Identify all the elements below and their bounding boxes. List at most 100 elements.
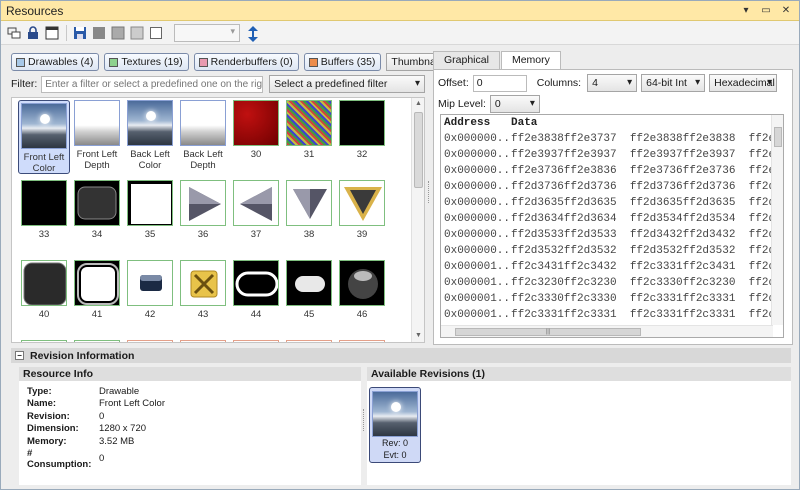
thumbnail-partial[interactable] [21, 340, 67, 342]
address-column-header[interactable]: Address [441, 117, 509, 131]
memory-row[interactable]: 0x000001...ff2c3331ff2c3331 ff2c3331ff2c… [441, 307, 783, 323]
memory-hscrollbar[interactable]: ||| [441, 325, 773, 337]
textures-toggle[interactable]: Textures (19) [104, 53, 189, 71]
thumbnail-partial[interactable] [74, 340, 120, 342]
collapse-icon[interactable]: − [15, 351, 24, 360]
drawables-toggle[interactable]: Drawables (4) [11, 53, 100, 71]
resource-thumbnail[interactable]: 34 [71, 180, 123, 240]
info-value: Front Left Color [99, 398, 165, 410]
memory-vscrollbar[interactable] [771, 115, 783, 325]
info-row: Dimension: 1280 x 720 [27, 423, 165, 436]
window-title: Resources [6, 3, 64, 18]
predefined-filter-select[interactable]: Select a predefined filter [269, 75, 425, 93]
close-icon[interactable]: ✕ [779, 4, 793, 18]
memory-vscroll-thumb[interactable] [774, 127, 782, 147]
resource-thumbnail[interactable]: 32 [336, 100, 388, 160]
thumbnail-caption: Front Left Depth [76, 149, 118, 171]
view-icon[interactable] [92, 26, 106, 40]
format-select[interactable]: Hexadecimal [709, 74, 778, 92]
thumbnail-partial[interactable] [180, 340, 226, 342]
window-icon[interactable] [45, 26, 59, 40]
resource-thumbnail[interactable]: 36 [177, 180, 229, 240]
connect-icon[interactable] [7, 26, 21, 40]
memory-pane: Offset: 0 Columns: 4 64-bit Int Hexadeci… [433, 69, 793, 345]
view-icon[interactable] [111, 26, 125, 40]
memory-hscroll-thumb[interactable]: ||| [455, 328, 641, 336]
scroll-thumb[interactable] [414, 112, 423, 188]
data-column-header[interactable]: Data [509, 117, 783, 131]
resource-thumbnail[interactable]: 38 [283, 180, 335, 240]
info-key: Revision: [27, 410, 70, 422]
view-icon[interactable] [130, 26, 144, 40]
resource-thumbnail[interactable]: 42 [124, 260, 176, 320]
thumbnail-partial[interactable] [286, 340, 332, 342]
splitter-grip[interactable] [363, 409, 366, 431]
memory-row[interactable]: 0x000000...ff2e3937ff2e3937 ff2e3937ff2e… [441, 147, 783, 163]
revision-section-header[interactable]: − Revision Information [11, 348, 791, 363]
resource-thumbnail[interactable]: 40 [18, 260, 70, 320]
memory-row[interactable]: 0x000000...ff2d3533ff2d3533 ff2d3432ff2d… [441, 227, 783, 243]
memory-row[interactable]: 0x000001...ff2c3431ff2c3432 ff2c3331ff2c… [441, 259, 783, 275]
memory-address: 0x000001... [444, 277, 509, 289]
resource-thumbnail[interactable]: Back Left Color [124, 100, 176, 171]
thumbnail-caption: 30 [250, 149, 262, 160]
updown-icon[interactable] [246, 25, 260, 42]
maximize-icon[interactable]: ▭ [759, 4, 773, 18]
resource-thumbnail[interactable]: 41 [71, 260, 123, 320]
resource-thumbnail[interactable]: 43 [177, 260, 229, 320]
textures-swatch [109, 57, 119, 67]
resource-thumbnail[interactable]: 46 [336, 260, 388, 320]
resource-thumbnail[interactable]: Back Left Depth [177, 100, 229, 171]
memory-row[interactable]: 0x000000...ff2d3736ff2d3736 ff2d3736ff2d… [441, 179, 783, 195]
memory-data: ff2d3533ff2d3533 ff2d3432ff2d3432 ff2d3 [511, 229, 782, 241]
thumbnail-image [74, 100, 120, 146]
buffers-toggle[interactable]: Buffers (35) [303, 53, 382, 71]
resource-thumbnail[interactable]: 31 [283, 100, 335, 160]
columns-select[interactable]: 4 [587, 74, 638, 92]
view-icon[interactable] [149, 26, 163, 40]
memory-row[interactable]: 0x000000...ff2d3635ff2d3635 ff2d3635ff2d… [441, 195, 783, 211]
tab-memory[interactable]: Memory [500, 51, 561, 70]
tab-graphical[interactable]: Graphical [433, 51, 500, 69]
thumbnail-caption: 39 [356, 229, 368, 240]
resource-thumbnail[interactable]: 33 [18, 180, 70, 240]
scroll-down-icon[interactable]: ▼ [412, 330, 424, 342]
memory-row[interactable]: 0x000000...ff2d3634ff2d3634 ff2d3534ff2d… [441, 211, 783, 227]
offset-label: Offset: [438, 77, 469, 89]
scroll-up-icon[interactable]: ▲ [412, 98, 424, 110]
lock-icon[interactable] [26, 25, 40, 40]
thumbnail-image [339, 260, 385, 306]
type-select[interactable]: 64-bit Int [641, 74, 706, 92]
thumbnail-art [128, 181, 172, 225]
resource-thumbnail[interactable]: 39 [336, 180, 388, 240]
info-key: Name: [27, 398, 57, 410]
resource-thumbnail[interactable]: 35 [124, 180, 176, 240]
memory-row[interactable]: 0x000001...ff2c3230ff2c3230 ff2c3330ff2c… [441, 275, 783, 291]
toolbar-combo[interactable] [174, 23, 240, 42]
dropdown-icon[interactable]: ▾ [739, 4, 753, 18]
thumbnail-partial[interactable] [233, 340, 279, 342]
thumbnail-scrollbar[interactable]: ▲ ▼ [411, 98, 424, 342]
memory-row[interactable]: 0x000000...ff2d3532ff2d3532 ff2d3532ff2d… [441, 243, 783, 259]
resource-thumbnail[interactable]: 44 [230, 260, 282, 320]
resource-thumbnail[interactable]: 30 [230, 100, 282, 160]
memory-row[interactable]: 0x000000...ff2e3838ff2e3737 ff2e3838ff2e… [441, 131, 783, 147]
memory-rows: 0x000000...ff2e3838ff2e3737 ff2e3838ff2e… [441, 131, 783, 323]
resource-thumbnail[interactable]: Front Left Depth [71, 100, 123, 171]
resource-thumbnail[interactable]: Front Left Color [18, 100, 70, 174]
memory-row[interactable]: 0x000000...ff2e3736ff2e3836 ff2e3736ff2e… [441, 163, 783, 179]
revision-card[interactable]: Rev: 0 Evt: 0 [369, 387, 421, 463]
save-icon[interactable] [73, 26, 87, 40]
thumbnail-partial[interactable] [127, 340, 173, 342]
thumbnail-caption: 34 [91, 229, 103, 240]
thumbnail-caption: 44 [250, 309, 262, 320]
memory-row[interactable]: 0x000001...ff2c3330ff2c3330 ff2c3331ff2c… [441, 291, 783, 307]
thumbnail-partial[interactable] [339, 340, 385, 342]
filter-input[interactable] [41, 75, 264, 93]
offset-input[interactable]: 0 [472, 74, 527, 92]
resource-thumbnail[interactable]: 45 [283, 260, 335, 320]
renderbuffers-toggle[interactable]: Renderbuffers (0) [193, 53, 299, 71]
mip-level-select[interactable]: 0 [489, 95, 540, 113]
viewer-tabs: Graphical Memory [433, 51, 562, 70]
resource-thumbnail[interactable]: 37 [230, 180, 282, 240]
